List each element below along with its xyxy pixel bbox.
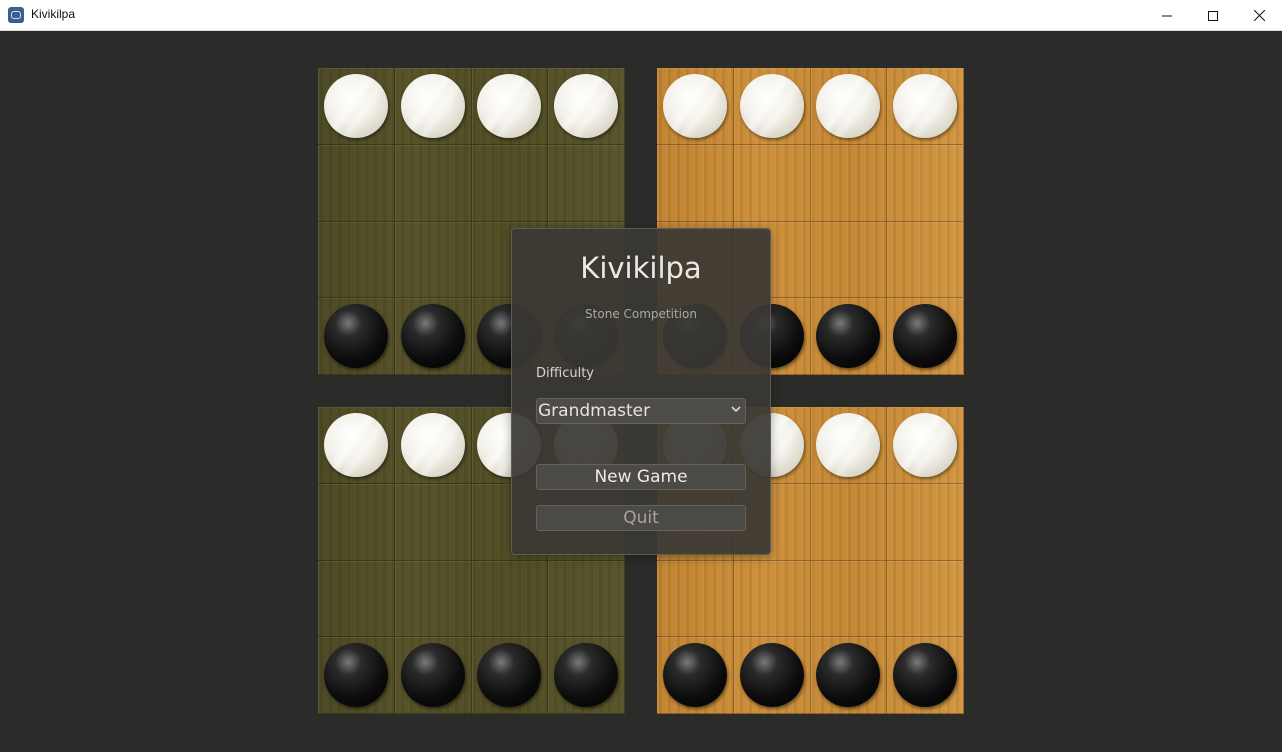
white-stone[interactable]	[554, 73, 619, 138]
board-cell[interactable]	[548, 68, 625, 145]
board-cell[interactable]	[318, 637, 395, 714]
board-cell[interactable]	[548, 144, 625, 222]
white-stone[interactable]	[400, 73, 465, 138]
board-cell[interactable]	[394, 298, 472, 375]
board-cell[interactable]	[318, 68, 395, 145]
maximize-icon	[1208, 10, 1218, 21]
black-stone[interactable]	[816, 304, 881, 369]
board-cell[interactable]	[657, 68, 734, 145]
close-button[interactable]	[1236, 0, 1282, 31]
app-icon	[8, 7, 24, 23]
black-stone[interactable]	[893, 304, 958, 369]
board-cell[interactable]	[810, 298, 888, 375]
chevron-down-icon	[731, 406, 741, 413]
board-cell[interactable]	[471, 637, 549, 714]
black-stone[interactable]	[554, 643, 619, 708]
black-stone[interactable]	[816, 643, 881, 708]
white-stone[interactable]	[323, 412, 388, 477]
board-cell[interactable]	[318, 298, 395, 375]
board-cell[interactable]	[887, 144, 964, 222]
board-cell[interactable]	[887, 637, 964, 714]
white-stone[interactable]	[893, 412, 958, 477]
white-stone[interactable]	[816, 412, 881, 477]
white-stone[interactable]	[816, 73, 881, 138]
window-title: Kivikilpa	[31, 7, 76, 21]
white-stone[interactable]	[739, 73, 804, 138]
close-icon	[1253, 10, 1265, 21]
board-cell[interactable]	[318, 560, 395, 638]
black-stone[interactable]	[323, 643, 388, 708]
maximize-button[interactable]	[1190, 0, 1236, 31]
board-cell[interactable]	[810, 560, 888, 638]
white-stone[interactable]	[323, 73, 388, 138]
difficulty-select[interactable]: Grandmaster	[536, 398, 746, 424]
board-cell[interactable]	[810, 68, 888, 145]
black-stone[interactable]	[323, 304, 388, 369]
black-stone[interactable]	[400, 304, 465, 369]
board-cell[interactable]	[394, 144, 472, 222]
board-cell[interactable]	[887, 298, 964, 375]
board-cell[interactable]	[394, 221, 472, 299]
white-stone[interactable]	[477, 73, 542, 138]
board-cell[interactable]	[887, 560, 964, 638]
board-cell[interactable]	[471, 68, 549, 145]
board-cell[interactable]	[318, 483, 395, 561]
board-cell[interactable]	[657, 560, 734, 638]
white-stone[interactable]	[662, 73, 727, 138]
board-cell[interactable]	[733, 144, 811, 222]
board-cell[interactable]	[810, 407, 888, 484]
black-stone[interactable]	[400, 643, 465, 708]
black-stone[interactable]	[662, 643, 727, 708]
difficulty-value: Grandmaster	[538, 401, 651, 421]
board-cell[interactable]	[810, 483, 888, 561]
board-cell[interactable]	[471, 560, 549, 638]
difficulty-label: Difficulty	[536, 366, 594, 381]
board-cell[interactable]	[733, 68, 811, 145]
board-cell[interactable]	[548, 560, 625, 638]
new-game-button[interactable]: New Game	[536, 464, 746, 490]
board-cell[interactable]	[657, 144, 734, 222]
game-subtitle: Stone Competition	[585, 307, 697, 321]
board-cell[interactable]	[318, 144, 395, 222]
board-cell[interactable]	[733, 560, 811, 638]
board-cell[interactable]	[887, 407, 964, 484]
board-cell[interactable]	[733, 637, 811, 714]
black-stone[interactable]	[739, 643, 804, 708]
quit-button[interactable]: Quit	[536, 505, 746, 531]
black-stone[interactable]	[477, 643, 542, 708]
window-titlebar: Kivikilpa	[0, 0, 1282, 31]
board-cell[interactable]	[887, 68, 964, 145]
board-cell[interactable]	[810, 144, 888, 222]
board-cell[interactable]	[548, 637, 625, 714]
board-cell[interactable]	[887, 483, 964, 561]
game-title: Kivikilpa	[580, 251, 702, 285]
board-cell[interactable]	[318, 407, 395, 484]
board-cell[interactable]	[394, 560, 472, 638]
board-cell[interactable]	[394, 483, 472, 561]
board-cell[interactable]	[471, 144, 549, 222]
board-cell[interactable]	[394, 637, 472, 714]
black-stone[interactable]	[893, 643, 958, 708]
board-cell[interactable]	[318, 221, 395, 299]
board-cell[interactable]	[657, 637, 734, 714]
board-cell[interactable]	[887, 221, 964, 299]
minimize-button[interactable]	[1144, 0, 1190, 31]
board-cell[interactable]	[810, 637, 888, 714]
minimize-icon	[1162, 15, 1172, 16]
board-cell[interactable]	[394, 407, 472, 484]
main-menu-dialog: Kivikilpa Stone Competition Difficulty G…	[511, 228, 771, 555]
white-stone[interactable]	[400, 412, 465, 477]
board-cell[interactable]	[394, 68, 472, 145]
board-cell[interactable]	[810, 221, 888, 299]
white-stone[interactable]	[893, 73, 958, 138]
